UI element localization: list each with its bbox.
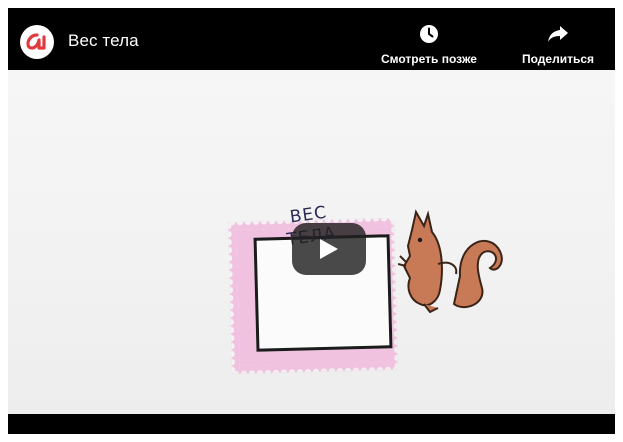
share-button[interactable]: Поделиться (522, 23, 594, 66)
watch-later-label: Смотреть позже (381, 52, 477, 66)
clock-icon (419, 25, 438, 43)
share-arrow-icon (548, 26, 569, 42)
channel-avatar[interactable] (20, 25, 54, 59)
video-frame[interactable]: ВЕС ТЕЛА (8, 70, 615, 414)
watch-later-button[interactable]: Смотреть позже (381, 23, 477, 66)
share-label: Поделиться (522, 52, 595, 66)
brand-logo-icon (26, 33, 46, 50)
video-title[interactable]: Вес тела (68, 31, 139, 51)
video-embed-player[interactable]: ВЕС ТЕЛА Вес тела (8, 8, 615, 434)
play-button[interactable] (292, 223, 366, 275)
squirrel-illustration (398, 209, 503, 314)
play-icon (320, 239, 338, 259)
player-top-bar: Вес тела Смотреть позже Поделиться (8, 8, 615, 70)
player-bottom-bar (8, 414, 615, 434)
